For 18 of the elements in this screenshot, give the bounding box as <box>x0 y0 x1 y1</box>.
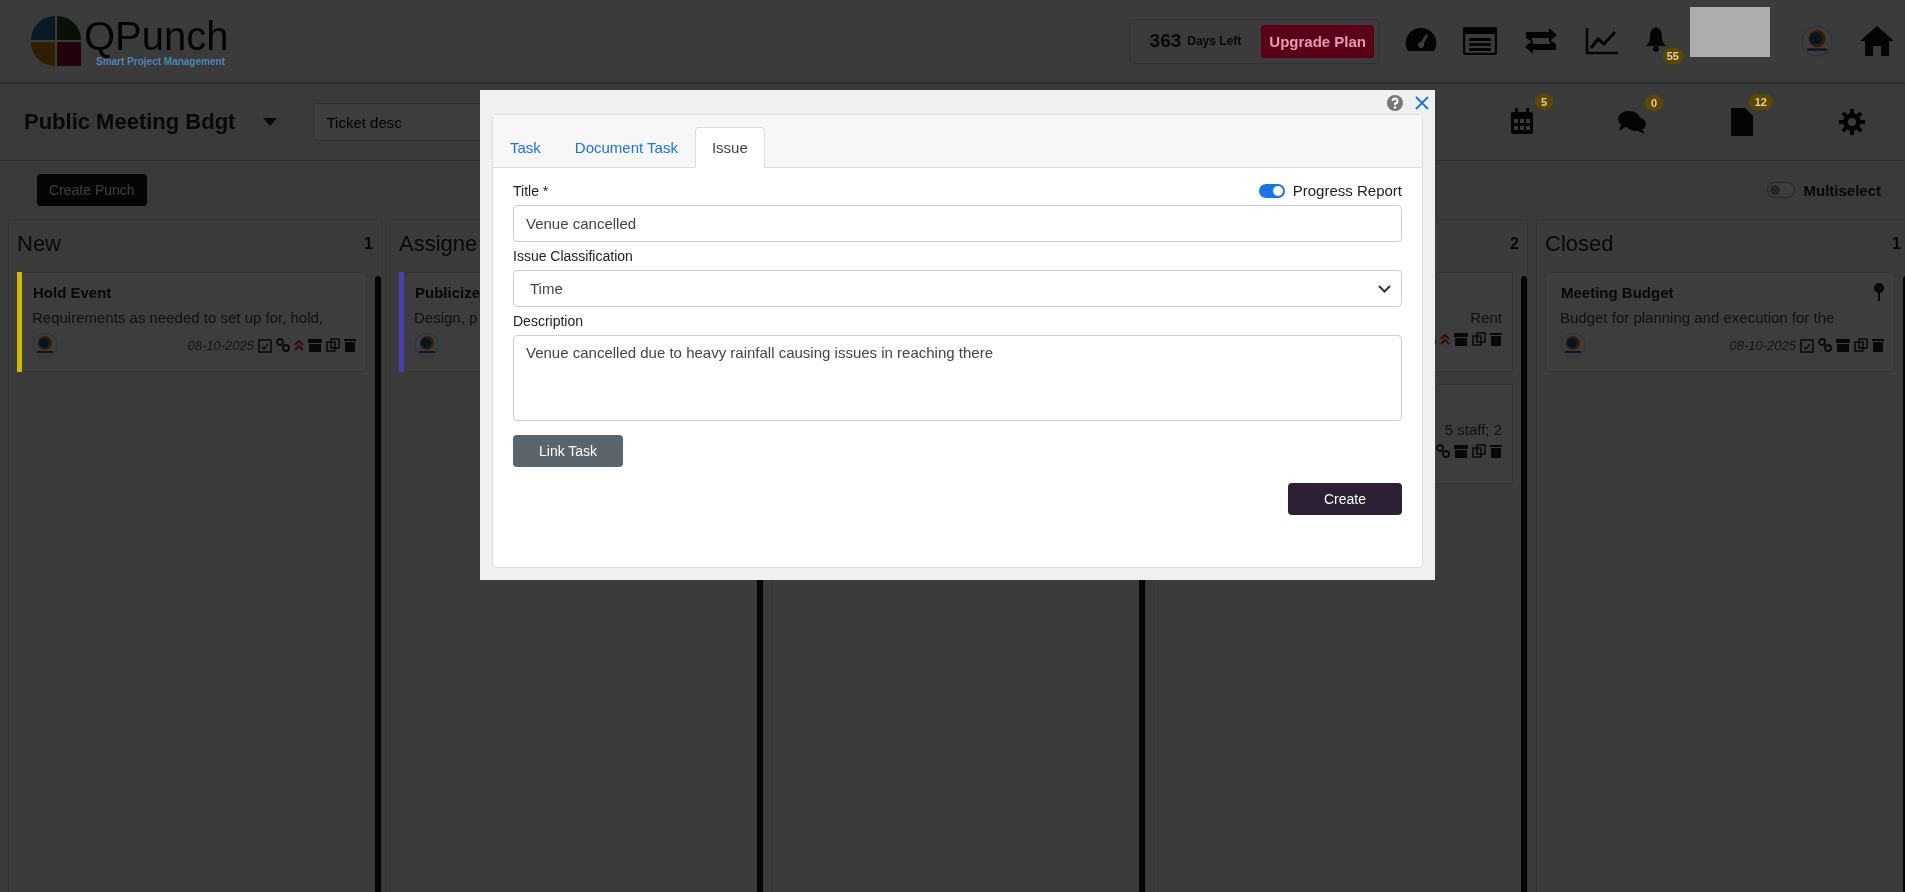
description-field[interactable]: Venue cancelled due to heavy rainfall causing issues in reaching there <box>513 335 1402 421</box>
link-task-button[interactable]: Link Task <box>513 435 624 467</box>
progress-report-toggle[interactable] <box>1258 183 1285 198</box>
logo-title: QPunch <box>84 15 229 56</box>
upgrade-button[interactable]: Upgrade Plan <box>1261 24 1374 58</box>
toggle-label: Progress Report <box>1292 182 1402 199</box>
field-label: Description <box>513 313 585 329</box>
title-field[interactable]: Venue cancelled <box>513 205 1402 242</box>
field-label: Issue Classification <box>513 248 634 264</box>
field-label: Title * <box>513 182 549 199</box>
close-icon[interactable] <box>1415 96 1429 110</box>
tab[interactable]: Issue <box>694 127 765 168</box>
chevron-icon <box>1378 284 1391 293</box>
create-button[interactable]: Create <box>1287 483 1402 515</box>
tab[interactable]: Document Task <box>557 127 695 168</box>
help-icon[interactable] <box>1387 95 1403 111</box>
tab[interactable]: Task <box>493 127 558 168</box>
classification-select[interactable]: Time <box>513 270 1402 307</box>
